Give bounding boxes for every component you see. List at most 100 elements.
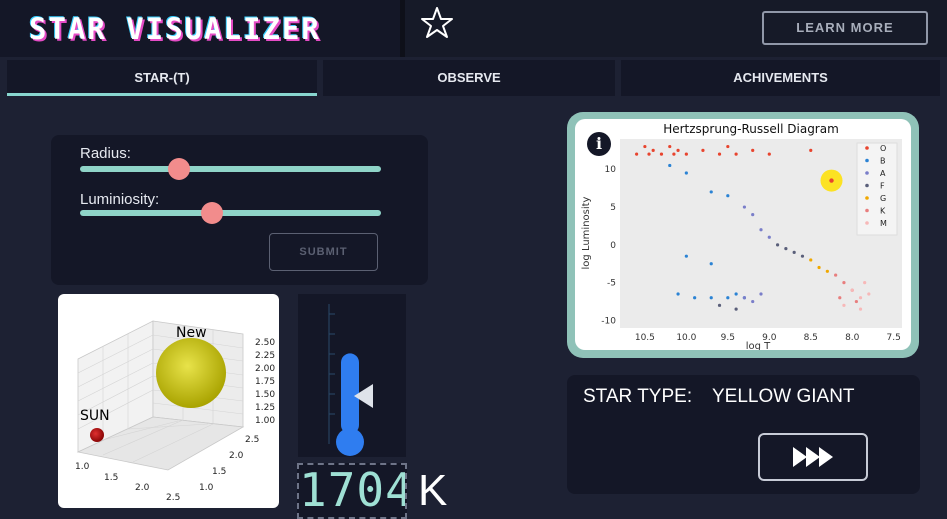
y-tick-label: 10 <box>605 165 617 175</box>
z-tick: 1.00 <box>255 416 275 426</box>
submit-button[interactable]: SUBMIT <box>269 233 378 271</box>
radius-slider-thumb[interactable] <box>168 158 191 180</box>
hr-point-O <box>634 152 639 156</box>
new-label: New <box>176 325 207 341</box>
hr-point-A <box>759 228 763 232</box>
hr-point-O <box>701 148 705 152</box>
hr-point-A <box>742 205 747 209</box>
z-tick: 1.75 <box>255 377 275 387</box>
info-icon[interactable]: i <box>587 132 611 156</box>
x-tick-label: 10.5 <box>635 333 655 343</box>
hr-point-B <box>709 190 713 194</box>
legend-marker <box>865 196 869 200</box>
tab-observe[interactable]: OBSERVE <box>323 60 615 96</box>
hr-diagram-frame: Hertzsprung-Russell Diagram log T log Lu… <box>567 112 919 358</box>
temperature-thermometer <box>298 294 406 457</box>
hr-point-O <box>726 144 730 149</box>
hr-point-B <box>693 296 697 300</box>
x-tick: 1.0 <box>75 462 90 472</box>
legend-marker <box>865 183 869 188</box>
legend-marker <box>865 146 869 150</box>
y-axis-label: log Luminosity <box>581 196 592 269</box>
y-tick: 1.5 <box>212 467 226 477</box>
x-tick-label: 8.5 <box>804 333 818 343</box>
hr-point-O <box>668 144 672 149</box>
tab-bar: STAR-(T) OBSERVE ACHIVEMENTS <box>0 57 947 99</box>
y-tick-label: -5 <box>607 279 616 289</box>
logo-area: STAR VISUALIZER <box>0 0 400 57</box>
hr-point-B <box>734 292 738 296</box>
hr-point-F <box>800 254 805 258</box>
hr-point-O <box>767 152 771 156</box>
y-tick-label: 5 <box>610 203 616 213</box>
star-type-panel: STAR TYPE: YELLOW GIANT <box>567 375 920 494</box>
radius-label: Radius: <box>80 145 131 162</box>
radius-slider[interactable] <box>80 158 381 180</box>
hr-point-F <box>792 250 796 254</box>
hr-point-O <box>684 152 688 156</box>
x-tick: 2.5 <box>166 493 180 503</box>
x-tick-label: 9.0 <box>762 333 777 343</box>
hr-point-A <box>751 213 755 217</box>
sun-label: SUN <box>80 408 110 424</box>
x-tick-label: 10.0 <box>676 333 696 343</box>
hr-point-A <box>742 296 747 300</box>
new-star-sphere <box>156 338 226 408</box>
hr-point-G <box>817 265 821 270</box>
legend-label: B <box>880 157 886 166</box>
app-title: STAR VISUALIZER <box>29 12 321 46</box>
hr-point-B <box>726 296 730 300</box>
hr-point-K <box>842 281 846 285</box>
legend-box <box>856 142 898 236</box>
hr-point-B <box>709 296 713 300</box>
tab-achievements[interactable]: ACHIVEMENTS <box>621 60 940 96</box>
x-tick: 1.5 <box>104 473 118 483</box>
luminosity-slider[interactable] <box>80 202 381 224</box>
app-root: STAR VISUALIZER LEARN MORE STAR-(T) OBSE… <box>0 0 947 519</box>
legend-marker <box>865 208 869 213</box>
y-tick-label: 0 <box>610 241 616 251</box>
z-tick: 1.50 <box>255 390 275 400</box>
y-tick: 2.0 <box>229 451 244 461</box>
hr-point-A <box>767 235 771 239</box>
luminosity-slider-thumb[interactable] <box>201 202 224 224</box>
hr-point-O <box>751 148 755 152</box>
y-tick: 2.5 <box>245 435 259 445</box>
temperature-unit: K <box>418 466 448 515</box>
temperature-value: 1704 <box>299 463 407 517</box>
hr-point-M <box>867 292 871 296</box>
hr-point-G <box>809 258 813 262</box>
hr-point-A <box>751 299 755 304</box>
z-tick: 2.50 <box>255 338 275 348</box>
temperature-display: 1704 <box>297 463 407 519</box>
hr-point-O <box>659 152 664 156</box>
sun-sphere <box>90 428 104 442</box>
legend-marker <box>865 221 869 225</box>
hr-point-M <box>842 303 846 307</box>
learn-more-button[interactable]: LEARN MORE <box>762 11 928 45</box>
z-tick: 1.25 <box>255 403 275 413</box>
thermometer-bulb <box>336 428 364 456</box>
hr-point-B <box>726 194 730 198</box>
hr-point-O <box>676 148 680 152</box>
hr-point-B <box>668 163 672 168</box>
hr-point-O <box>734 152 738 156</box>
hr-point-K <box>854 299 858 304</box>
hr-point-M <box>858 296 863 300</box>
hr-point-M <box>858 307 863 311</box>
x-tick-label: 8.0 <box>845 333 860 343</box>
legend-marker <box>865 171 869 175</box>
thermometer-fill <box>341 353 359 434</box>
hr-point-B <box>684 254 688 258</box>
y-tick: 1.0 <box>199 483 214 493</box>
star-outline-icon[interactable] <box>420 6 454 40</box>
hr-point-F <box>717 303 722 307</box>
legend-label: F <box>880 182 885 191</box>
legend-label: M <box>880 219 887 228</box>
hr-point-K <box>834 273 838 277</box>
hr-point-O <box>651 148 655 152</box>
header: STAR VISUALIZER LEARN MORE <box>0 0 947 57</box>
next-button[interactable] <box>758 433 868 481</box>
hr-point-O <box>647 152 651 156</box>
tab-star-t[interactable]: STAR-(T) <box>7 60 317 96</box>
